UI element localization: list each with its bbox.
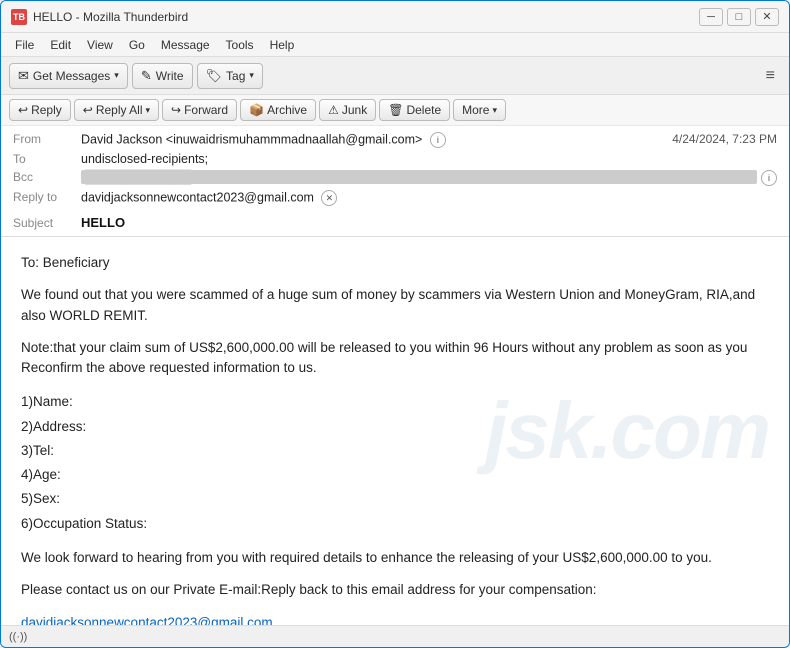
menu-go[interactable]: Go (121, 36, 153, 54)
from-row: From David Jackson <inuwaidrismuhammmadn… (13, 130, 777, 150)
reply-to-value: davidjacksonnewcontact2023@gmail.com ✕ (81, 190, 777, 206)
header-fields: From David Jackson <inuwaidrismuhammmadn… (1, 126, 789, 212)
status-bar: ((·)) (1, 625, 789, 647)
archive-icon: 📦 (249, 103, 264, 117)
body-paragraph-1: We found out that you were scammed of a … (21, 285, 769, 326)
delete-label: Delete (406, 103, 441, 117)
menu-file[interactable]: File (7, 36, 42, 54)
subject-value: HELLO (81, 215, 125, 230)
reply-all-icon: ↩ (83, 103, 93, 117)
main-window: TB HELLO - Mozilla Thunderbird ─ □ ✕ Fil… (0, 0, 790, 648)
get-messages-label: Get Messages (33, 69, 110, 83)
bcc-row: Bcc ████████████ i (13, 168, 777, 188)
reply-to-row: Reply to davidjacksonnewcontact2023@gmai… (13, 188, 777, 208)
reply-to-label: Reply to (13, 190, 81, 204)
from-value: David Jackson <inuwaidrismuhammmadnaalla… (81, 132, 672, 148)
reply-all-arrow-icon: ▾ (146, 105, 151, 116)
body-list: 1)Name: 2)Address: 3)Tel: 4)Age: 5)Sex: … (21, 390, 769, 536)
subject-label: Subject (13, 216, 81, 230)
title-bar-left: TB HELLO - Mozilla Thunderbird (11, 9, 188, 25)
write-button[interactable]: ✎ Write (132, 63, 193, 89)
toolbar: ✉ Get Messages ▾ ✎ Write 🏷 Tag ▾ ≡ (1, 57, 789, 95)
bcc-label: Bcc (13, 170, 81, 184)
reply-label: Reply (31, 103, 62, 117)
list-item-1: 1)Name: (21, 390, 769, 414)
body-paragraph-4: Please contact us on our Private E-mail:… (21, 580, 769, 600)
email-body: jsk.com To: Beneficiary We found out tha… (1, 237, 789, 625)
reply-to-info-icon[interactable]: ✕ (321, 190, 337, 206)
tag-label: Tag (226, 69, 245, 83)
sender-info-icon[interactable]: i (430, 132, 446, 148)
more-label: More (462, 103, 489, 117)
close-button[interactable]: ✕ (755, 8, 779, 26)
body-paragraph-3: We look forward to hearing from you with… (21, 548, 769, 568)
write-icon: ✎ (141, 68, 152, 84)
title-bar-controls: ─ □ ✕ (699, 8, 779, 26)
list-item-3: 3)Tel: (21, 439, 769, 463)
list-item-6: 6)Occupation Status: (21, 512, 769, 536)
list-item-4: 4)Age: (21, 463, 769, 487)
more-arrow-icon: ▾ (492, 105, 497, 116)
reply-to-email: davidjacksonnewcontact2023@gmail.com (81, 190, 314, 204)
more-button[interactable]: More ▾ (453, 99, 506, 121)
body-paragraph-2: Note:that your claim sum of US$2,600,000… (21, 338, 769, 379)
body-salutation: To: Beneficiary (21, 253, 769, 273)
email-date: 4/24/2024, 7:23 PM (672, 132, 777, 146)
delete-icon: 🗑 (388, 103, 403, 117)
menu-help[interactable]: Help (262, 36, 303, 54)
forward-label: Forward (184, 103, 228, 117)
get-messages-button[interactable]: ✉ Get Messages ▾ (9, 63, 128, 89)
tag-arrow-icon: ▾ (249, 70, 254, 81)
menu-edit[interactable]: Edit (42, 36, 79, 54)
junk-label: Junk (342, 103, 367, 117)
action-bar: ↩ Reply ↩ Reply All ▾ ↪ Forward 📦 Archiv… (1, 95, 789, 126)
signal-icon: ((·)) (9, 631, 27, 643)
menu-message[interactable]: Message (153, 36, 218, 54)
title-bar: TB HELLO - Mozilla Thunderbird ─ □ ✕ (1, 1, 789, 33)
reply-button[interactable]: ↩ Reply (9, 99, 71, 121)
body-link-paragraph: davidjacksonnewcontact2023@gmail.com (21, 613, 769, 625)
list-item-5: 5)Sex: (21, 487, 769, 511)
hamburger-menu-button[interactable]: ≡ (760, 63, 781, 89)
from-name: David Jackson (81, 132, 162, 146)
archive-label: Archive (267, 103, 307, 117)
delete-button[interactable]: 🗑 Delete (379, 99, 450, 121)
get-messages-arrow-icon: ▾ (114, 70, 119, 81)
minimize-button[interactable]: ─ (699, 8, 723, 26)
get-messages-icon: ✉ (18, 68, 29, 84)
tag-icon: 🏷 (206, 68, 223, 84)
menu-bar: File Edit View Go Message Tools Help (1, 33, 789, 57)
subject-row: Subject HELLO (1, 212, 789, 236)
to-value: undisclosed-recipients; (81, 152, 777, 166)
email-header: ↩ Reply ↩ Reply All ▾ ↪ Forward 📦 Archiv… (1, 95, 789, 237)
contact-email-link[interactable]: davidjacksonnewcontact2023@gmail.com (21, 615, 273, 625)
app-icon: TB (11, 9, 27, 25)
to-label: To (13, 152, 81, 166)
to-row: To undisclosed-recipients; (13, 150, 777, 168)
menu-tools[interactable]: Tools (218, 36, 262, 54)
reply-icon: ↩ (18, 103, 28, 117)
reply-all-label: Reply All (96, 103, 143, 117)
write-label: Write (156, 69, 184, 83)
bcc-info-icon[interactable]: i (761, 170, 777, 186)
window-title: HELLO - Mozilla Thunderbird (33, 10, 188, 24)
list-item-2: 2)Address: (21, 415, 769, 439)
menu-view[interactable]: View (79, 36, 121, 54)
tag-button[interactable]: 🏷 Tag ▾ (197, 63, 263, 89)
junk-icon: ⚠ (328, 103, 339, 117)
from-email: inuwaidrismuhammmadnaallah@gmail.com (173, 132, 415, 146)
reply-all-button[interactable]: ↩ Reply All ▾ (74, 99, 159, 121)
junk-button[interactable]: ⚠ Junk (319, 99, 376, 121)
forward-button[interactable]: ↪ Forward (162, 99, 237, 121)
archive-button[interactable]: 📦 Archive (240, 99, 316, 121)
bcc-value: ████████████ (81, 170, 757, 184)
from-label: From (13, 132, 81, 146)
forward-icon: ↪ (171, 103, 181, 117)
maximize-button[interactable]: □ (727, 8, 751, 26)
